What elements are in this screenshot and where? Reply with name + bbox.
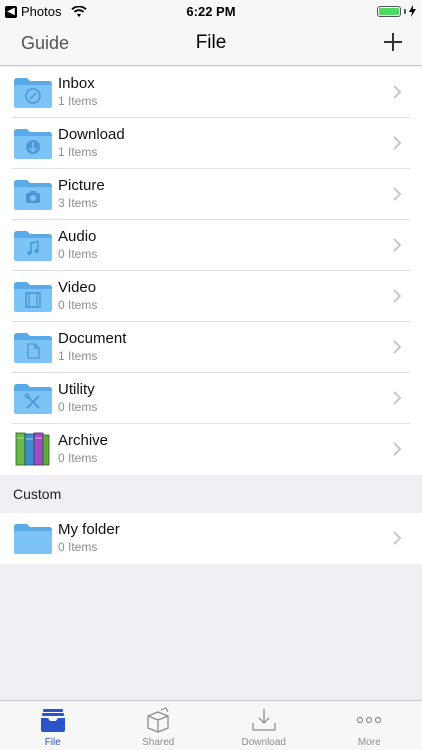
chevron-right-icon: [393, 442, 402, 456]
folder-count: 3 Items: [58, 196, 98, 210]
folder-count: 1 Items: [58, 145, 98, 159]
folder-name: Picture: [58, 177, 105, 194]
tab-more[interactable]: More: [317, 701, 422, 750]
folder-row-document[interactable]: Document 1 Items: [0, 322, 422, 373]
folder-count: 0 Items: [58, 400, 98, 414]
folder-count: 0 Items: [58, 451, 98, 465]
folder-row-utility[interactable]: Utility 0 Items: [0, 373, 422, 424]
audio-folder-icon: [14, 231, 52, 261]
status-bar: ◀ Photos 6:22 PM: [0, 0, 422, 22]
chevron-right-icon: [393, 289, 402, 303]
tab-file[interactable]: File: [0, 701, 106, 750]
folder-name: Archive: [58, 432, 109, 449]
folder-row-my-folder[interactable]: My folder 0 Items: [0, 513, 422, 564]
folder-row-download[interactable]: Download 1 Items: [0, 118, 422, 169]
tab-label: More: [357, 737, 381, 748]
chevron-right-icon: [393, 340, 402, 354]
folder-name: Document: [58, 330, 127, 347]
more-dots-icon: [357, 716, 382, 724]
plus-icon[interactable]: [382, 31, 404, 53]
document-folder-icon: [14, 333, 52, 363]
tab-label: Shared: [142, 737, 175, 748]
section-header-label: Custom: [13, 486, 62, 502]
folder-name: My folder: [58, 521, 120, 538]
tab-shared[interactable]: Shared: [106, 701, 212, 750]
chevron-right-icon: [393, 391, 402, 405]
folder-row-audio[interactable]: Audio 0 Items: [0, 220, 422, 271]
tab-bar: File Shared Download More: [0, 700, 422, 750]
page-title: File: [195, 32, 227, 53]
picture-folder-icon: [14, 180, 52, 210]
folder-row-picture[interactable]: Picture 3 Items: [0, 169, 422, 220]
folder-row-inbox[interactable]: Inbox 1 Items: [0, 67, 422, 118]
folder-count: 0 Items: [58, 298, 98, 312]
folder-row-archive[interactable]: Archive 0 Items: [0, 424, 422, 475]
archive-books-icon: [15, 432, 50, 466]
tab-label: File: [44, 737, 61, 748]
video-folder-icon: [14, 282, 52, 312]
folder-count: 0 Items: [58, 540, 98, 554]
status-time: 6:22 PM: [186, 4, 236, 19]
folder-icon: [14, 524, 52, 554]
chevron-right-icon: [393, 531, 402, 545]
chevron-right-icon: [393, 187, 402, 201]
inbox-folder-icon: [14, 78, 52, 108]
navigation-bar: Guide File: [0, 22, 422, 66]
folder-row-video[interactable]: Video 0 Items: [0, 271, 422, 322]
folder-count: 1 Items: [58, 94, 98, 108]
section-header-custom: Custom: [0, 475, 422, 513]
file-tray-icon: [40, 709, 65, 732]
tab-download[interactable]: Download: [211, 701, 317, 750]
folder-count: 0 Items: [58, 247, 98, 261]
custom-folder-list: My folder 0 Items: [0, 513, 422, 564]
folder-name: Audio: [58, 228, 97, 245]
chevron-right-icon: [393, 136, 402, 150]
shared-box-icon: [147, 707, 169, 733]
folder-name: Utility: [58, 381, 95, 398]
folder-name: Inbox: [58, 75, 95, 92]
folder-name: Download: [58, 126, 125, 143]
chevron-right-icon: [393, 85, 402, 99]
download-folder-icon: [14, 129, 52, 159]
folder-name: Video: [58, 279, 97, 296]
tab-label: Download: [241, 737, 286, 748]
charging-bolt-icon: [409, 5, 416, 17]
utility-folder-icon: [14, 384, 52, 414]
battery-indicator: [377, 5, 416, 17]
download-tray-icon: [252, 709, 276, 731]
folder-count: 1 Items: [58, 349, 98, 363]
battery-icon: [377, 5, 401, 17]
folder-list: Inbox 1 Items Download 1 Items Picture 3…: [0, 67, 422, 475]
chevron-right-icon: [393, 238, 402, 252]
